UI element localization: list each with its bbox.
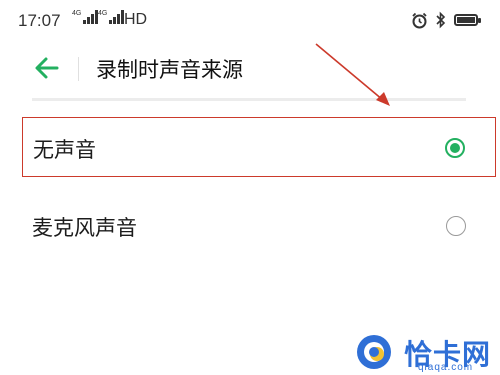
option-label: 无声音 (33, 138, 96, 162)
status-icons (411, 11, 481, 29)
network-label-2: 4G (98, 10, 108, 17)
divider (32, 98, 466, 101)
watermark-url: qiaqa.com (418, 362, 474, 373)
option-microphone-sound[interactable]: 麦克风声音 (22, 196, 496, 256)
signal-icon-2: 4G (98, 10, 125, 24)
back-button[interactable] (32, 53, 62, 83)
hd-label: HD (124, 11, 148, 28)
radio-selected[interactable] (445, 138, 465, 158)
status-time: 17:07 (18, 11, 61, 30)
page-title: 录制时声音来源 (96, 58, 243, 82)
arrow-left-icon (35, 57, 59, 79)
header: 录制时声音来源 (0, 45, 500, 95)
alarm-icon (412, 12, 427, 28)
header-divider (78, 57, 79, 81)
battery-icon (454, 14, 481, 26)
watermark-logo-icon (357, 335, 391, 369)
option-label: 麦克风声音 (32, 216, 137, 240)
radio-unselected[interactable] (446, 216, 466, 236)
bluetooth-icon (436, 11, 446, 29)
status-bar: 17:07 4G 4G HD (0, 0, 500, 40)
signal-icon: 4G (72, 10, 99, 24)
network-label: 4G (72, 10, 82, 17)
option-no-sound[interactable]: 无声音 (22, 117, 496, 177)
